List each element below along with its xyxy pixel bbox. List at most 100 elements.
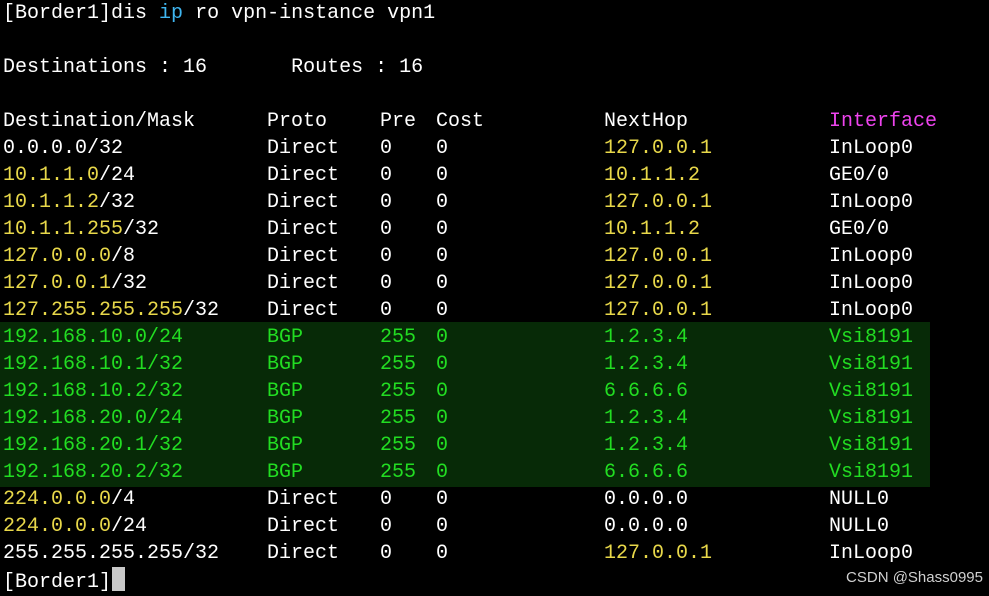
command-line: [Border1]dis ip ro vpn-instance vpn1 [3, 0, 435, 27]
destination-mask: /32 [147, 380, 184, 403]
destination-mask: /32 [183, 299, 220, 322]
summary-line: Destinations : 16 Routes : 16 [3, 54, 423, 81]
route-destination: 127.255.255.255/32 [3, 297, 219, 324]
destination-mask: /32 [111, 272, 148, 295]
route-pre: 0 [380, 515, 393, 538]
route-destination: 224.0.0.0/24 [3, 513, 147, 540]
destination-mask: /32 [87, 137, 124, 160]
route-pre: 0 [380, 542, 393, 565]
route-proto: BGP [267, 434, 304, 457]
route-nexthop: 127.0.0.1 [604, 299, 713, 322]
route-nexthop: 10.1.1.2 [604, 164, 701, 187]
route-pre: 0 [380, 164, 393, 187]
destinations-label: Destinations : [3, 56, 184, 79]
table-row: 127.0.0.0/8 Direct 0 0 127.0.0.1 InLoop0 [0, 243, 989, 270]
routes-label: Routes : [291, 56, 400, 79]
route-interface: GE0/0 [829, 218, 890, 241]
table-row: 224.0.0.0/24 Direct 0 0 0.0.0.0 NULL0 [0, 513, 989, 540]
destination-ip: 127.0.0.1 [3, 272, 112, 295]
route-cost: 0 [436, 218, 449, 241]
route-destination: 192.168.10.1/32 [3, 351, 183, 378]
route-interface: InLoop0 [829, 542, 914, 565]
watermark: CSDN @Shass0995 [846, 569, 983, 586]
route-nexthop: 127.0.0.1 [604, 191, 713, 214]
route-destination: 10.1.1.255/32 [3, 216, 159, 243]
route-proto: Direct [267, 137, 340, 160]
route-cost: 0 [436, 272, 449, 295]
table-row: 127.255.255.255/32 Direct 0 0 127.0.0.1 InLoo… [0, 297, 989, 324]
final-prompt-line[interactable]: [Border1] [3, 567, 126, 594]
destination-ip: 224.0.0.0 [3, 515, 112, 538]
routes-count: 16 [399, 56, 424, 79]
destination-mask: /4 [111, 488, 136, 511]
route-pre: 255 [380, 380, 417, 403]
route-destination: 192.168.10.2/32 [3, 378, 183, 405]
route-proto: Direct [267, 272, 340, 295]
route-interface: NULL0 [829, 515, 890, 538]
route-pre: 255 [380, 407, 417, 430]
route-cost: 0 [436, 515, 449, 538]
destination-mask: /24 [147, 326, 184, 349]
header-cost: Cost [436, 110, 485, 133]
table-row: 10.1.1.0/24 Direct 0 0 10.1.1.2 GE0/0 [0, 162, 989, 189]
command-args: ro vpn-instance vpn1 [183, 2, 436, 25]
destination-mask: /32 [99, 191, 136, 214]
route-destination: 192.168.20.2/32 [3, 459, 183, 486]
route-pre: 0 [380, 218, 393, 241]
route-interface: Vsi8191 [829, 353, 914, 376]
destination-mask: /32 [147, 434, 184, 457]
route-pre: 255 [380, 434, 417, 457]
table-row: 192.168.10.2/32 BGP 255 0 6.6.6.6 Vsi8191 [0, 378, 989, 405]
route-interface: Vsi8191 [829, 434, 914, 457]
route-pre: 255 [380, 461, 417, 484]
destination-ip: 10.1.1.2 [3, 191, 100, 214]
route-pre: 0 [380, 245, 393, 268]
destination-mask: /8 [111, 245, 136, 268]
route-cost: 0 [436, 380, 449, 403]
route-cost: 0 [436, 299, 449, 322]
cursor [112, 567, 126, 591]
final-prompt: [Border1] [3, 571, 112, 594]
destination-mask: /32 [147, 461, 184, 484]
header-nexthop: NextHop [604, 110, 689, 133]
header-interface: Interface [829, 110, 938, 133]
route-interface: InLoop0 [829, 272, 914, 295]
route-nexthop: 0.0.0.0 [604, 488, 689, 511]
route-destination: 192.168.20.0/24 [3, 405, 183, 432]
destination-mask: /24 [99, 164, 136, 187]
route-cost: 0 [436, 164, 449, 187]
table-row: 127.0.0.1/32 Direct 0 0 127.0.0.1 InLoop0 [0, 270, 989, 297]
table-row: 192.168.20.1/32 BGP 255 0 1.2.3.4 Vsi8191 [0, 432, 989, 459]
destination-mask: /32 [123, 218, 160, 241]
route-proto: Direct [267, 488, 340, 511]
header-pre: Pre [380, 110, 417, 133]
route-pre: 255 [380, 326, 417, 349]
route-pre: 0 [380, 299, 393, 322]
route-destination: 192.168.10.0/24 [3, 324, 183, 351]
route-destination: 0.0.0.0/32 [3, 135, 123, 162]
route-nexthop: 1.2.3.4 [604, 434, 689, 457]
destination-ip: 127.0.0.0 [3, 245, 112, 268]
route-nexthop: 127.0.0.1 [604, 137, 713, 160]
route-pre: 0 [380, 488, 393, 511]
route-nexthop: 0.0.0.0 [604, 515, 689, 538]
route-proto: Direct [267, 299, 340, 322]
route-interface: NULL0 [829, 488, 890, 511]
destination-ip: 224.0.0.0 [3, 488, 112, 511]
route-interface: InLoop0 [829, 137, 914, 160]
table-header: Destination/Mask Proto Pre Cost NextHop … [0, 108, 989, 135]
route-cost: 0 [436, 488, 449, 511]
destination-ip: 192.168.10.1 [3, 353, 148, 376]
table-row: 0.0.0.0/32 Direct 0 0 127.0.0.1 InLoop0 [0, 135, 989, 162]
route-cost: 0 [436, 245, 449, 268]
table-row: 192.168.10.1/32 BGP 255 0 1.2.3.4 Vsi8191 [0, 351, 989, 378]
destination-ip: 192.168.20.0 [3, 407, 148, 430]
route-pre: 0 [380, 137, 393, 160]
route-cost: 0 [436, 461, 449, 484]
table-row: 192.168.10.0/24 BGP 255 0 1.2.3.4 Vsi8191 [0, 324, 989, 351]
route-nexthop: 1.2.3.4 [604, 326, 689, 349]
route-destination: 10.1.1.0/24 [3, 162, 135, 189]
route-nexthop: 1.2.3.4 [604, 353, 689, 376]
destination-ip: 127.255.255.255 [3, 299, 184, 322]
route-nexthop: 127.0.0.1 [604, 272, 713, 295]
